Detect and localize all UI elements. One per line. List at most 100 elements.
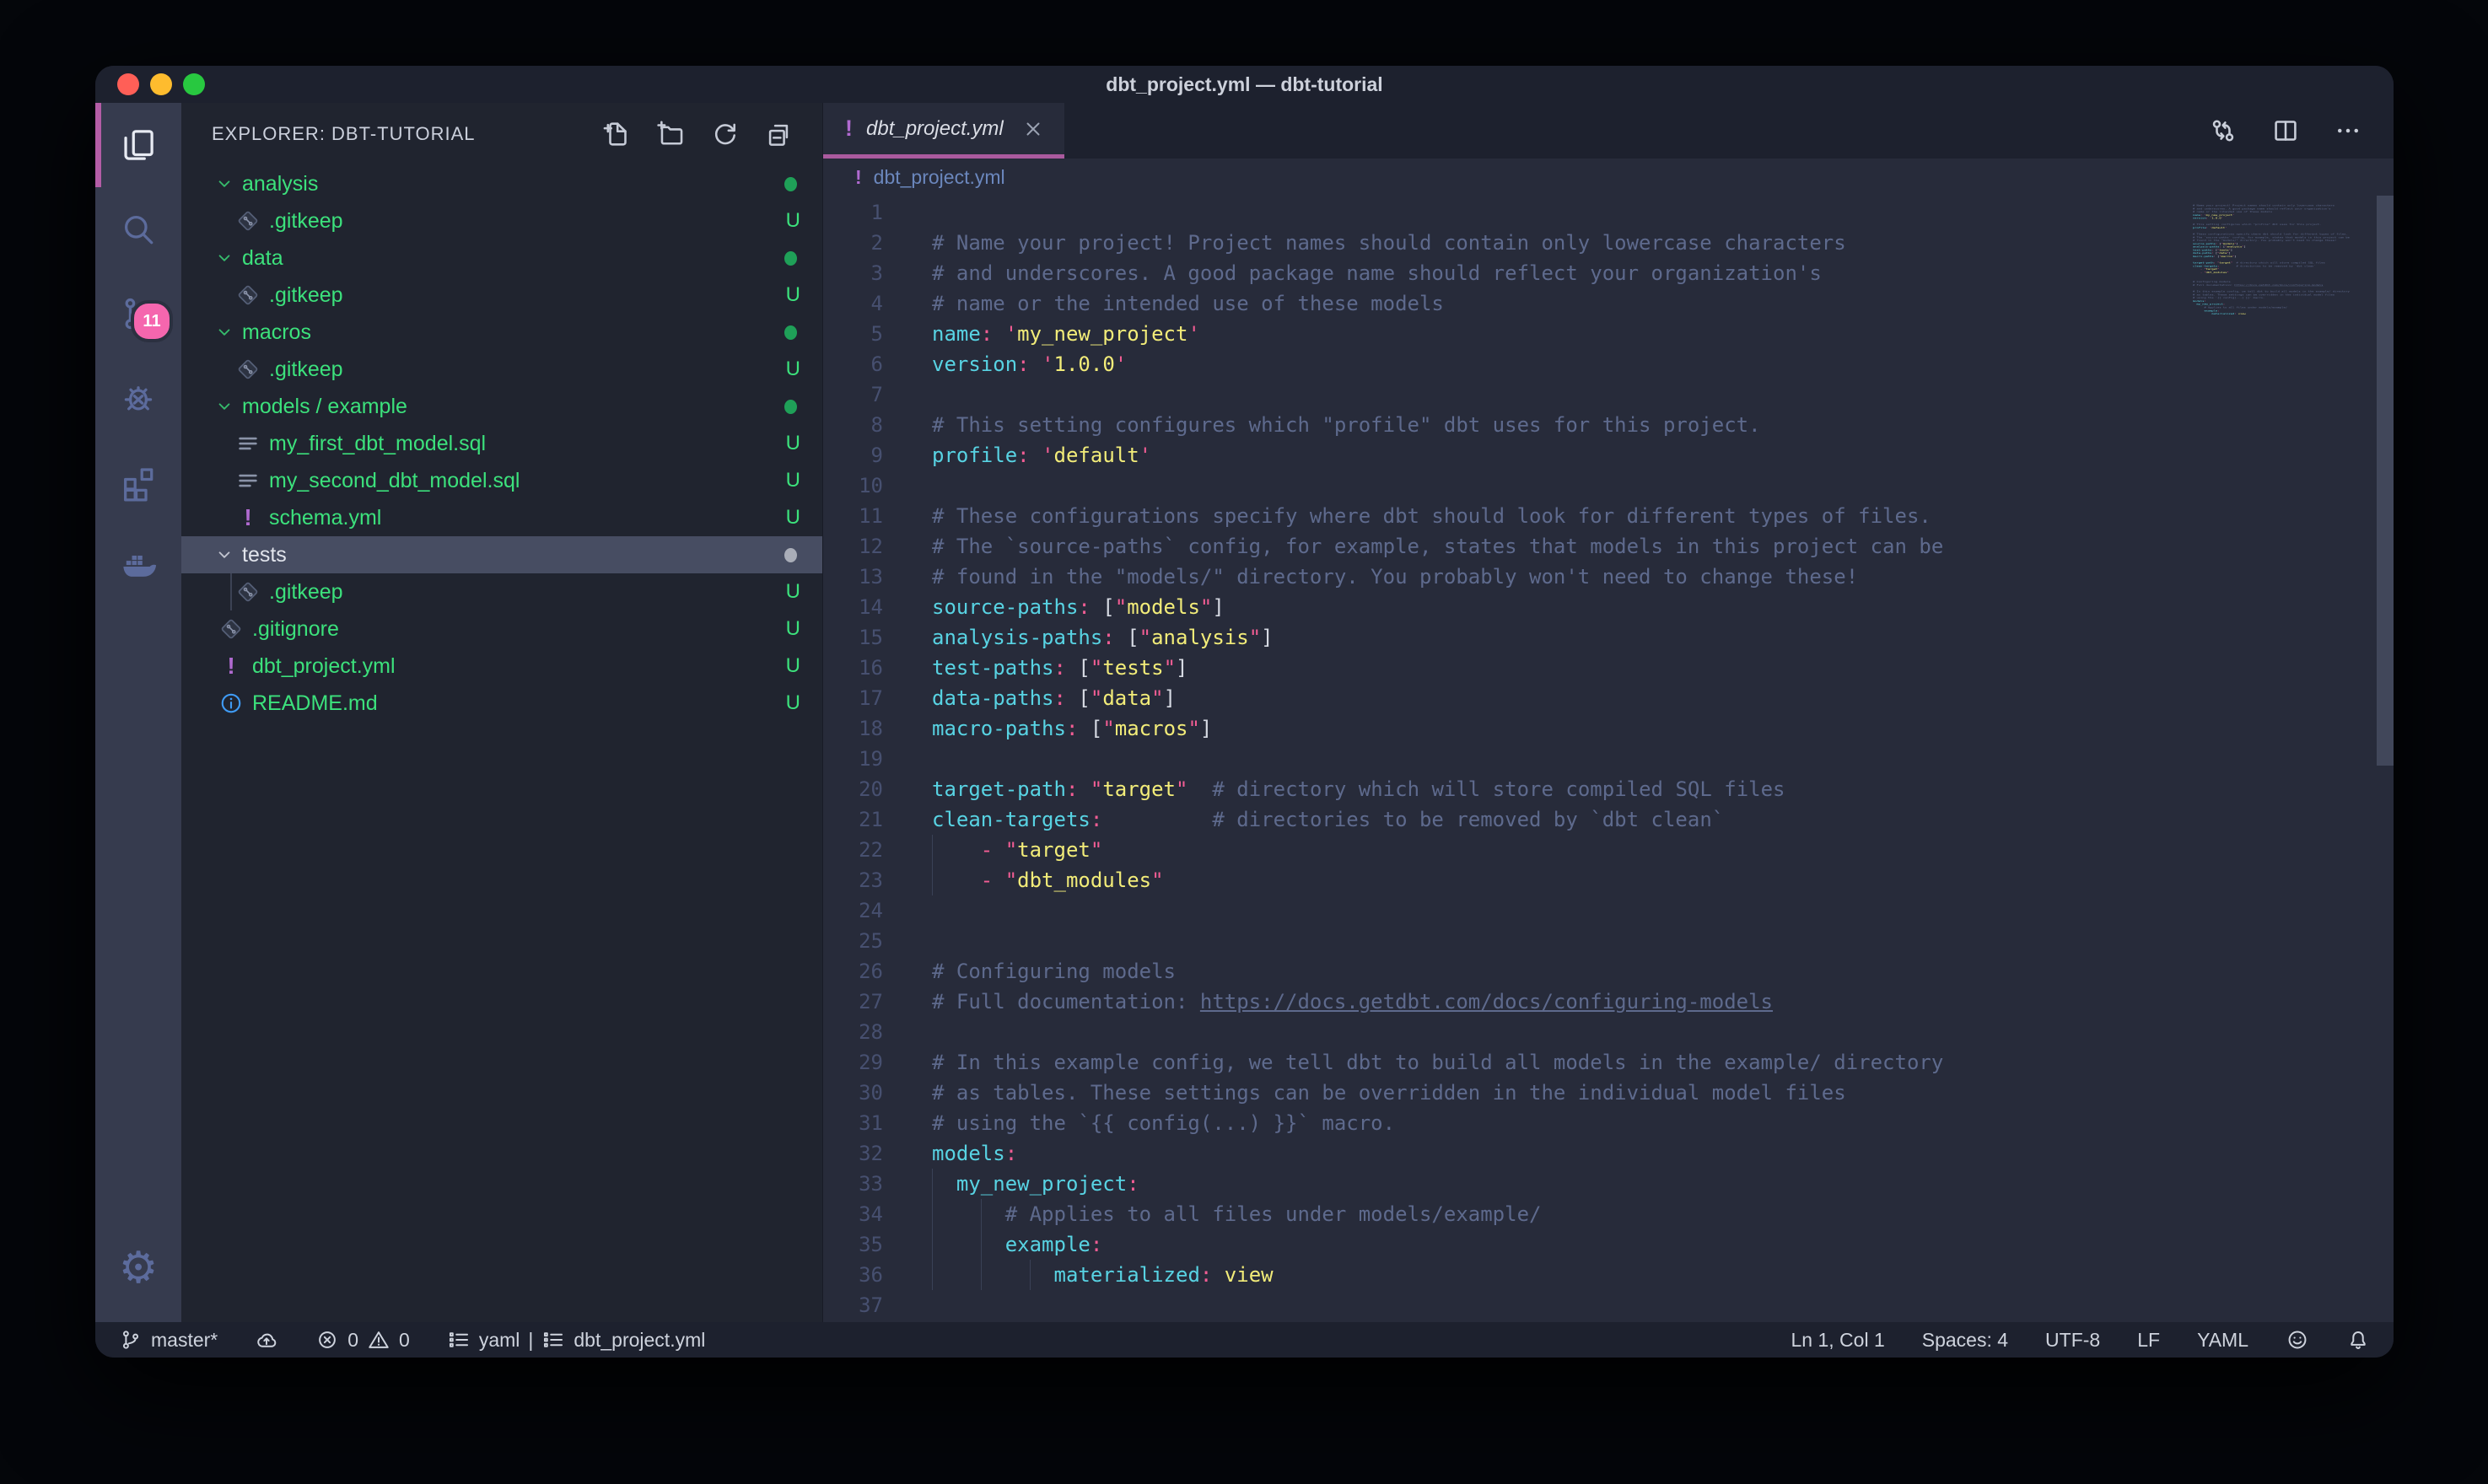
tab-dbt-project-yml[interactable]: ! dbt_project.yml bbox=[823, 103, 1064, 159]
status-yaml-linter[interactable]: yaml|dbt_project.yml bbox=[447, 1328, 706, 1352]
code-line-6[interactable]: 6version: '1.0.0' bbox=[823, 349, 2394, 379]
activity-item-search[interactable] bbox=[95, 187, 181, 272]
indent-guide bbox=[981, 1260, 982, 1290]
code-line-16[interactable]: 16test-paths: ["tests"] bbox=[823, 653, 2394, 683]
tree-item-label: models / example bbox=[242, 395, 407, 419]
code-line-24[interactable]: 24 bbox=[823, 895, 2394, 926]
code-text: # In this example config, we tell dbt to… bbox=[932, 1047, 1943, 1078]
status-cursor-position[interactable]: Ln 1, Col 1 bbox=[1791, 1329, 1885, 1352]
status-encoding[interactable]: UTF-8 bbox=[2045, 1329, 2100, 1352]
tree-item--gitkeep[interactable]: .gitkeepU bbox=[181, 573, 822, 610]
code-line-5[interactable]: 5name: 'my_new_project' bbox=[823, 319, 2394, 349]
activity-item-source-control[interactable]: 11 bbox=[95, 272, 181, 356]
code-line-29[interactable]: 29# In this example config, we tell dbt … bbox=[823, 1047, 2394, 1078]
code-line-33[interactable]: 33 my_new_project: bbox=[823, 1169, 2394, 1199]
code-line-3[interactable]: 3# and underscores. A good package name … bbox=[823, 258, 2394, 288]
code-line-4[interactable]: 4# name or the intended use of these mod… bbox=[823, 288, 2394, 319]
code-line-9[interactable]: 9profile: 'default' bbox=[823, 440, 2394, 470]
tree-item-label: tests bbox=[242, 543, 287, 567]
code-line-17[interactable]: 17data-paths: ["data"] bbox=[823, 683, 2394, 713]
code-line-13[interactable]: 13# found in the "models/" directory. Yo… bbox=[823, 562, 2394, 592]
git-file-icon bbox=[235, 579, 261, 605]
tree-item--gitkeep[interactable]: .gitkeepU bbox=[181, 351, 822, 388]
explorer-title: EXPLORER: DBT-TUTORIAL bbox=[212, 123, 476, 145]
code-text: example: bbox=[932, 1229, 1102, 1260]
tree-item-my-second-dbt-model-sql[interactable]: my_second_dbt_model.sqlU bbox=[181, 462, 822, 499]
code-line-12[interactable]: 12# The `source-paths` config, for examp… bbox=[823, 531, 2394, 562]
tree-item-data[interactable]: data bbox=[181, 239, 822, 277]
tree-item-tests[interactable]: tests bbox=[181, 536, 822, 573]
zoom-window-button[interactable] bbox=[183, 73, 205, 95]
tree-item-models-example[interactable]: models / example bbox=[181, 388, 822, 425]
editor-group: ! dbt_project.yml ! dbt_project.yml 12# … bbox=[822, 103, 2394, 1322]
code-line-20[interactable]: 20target-path: "target" # directory whic… bbox=[823, 774, 2394, 804]
split-editor-icon[interactable] bbox=[2270, 116, 2301, 146]
tree-item--gitkeep[interactable]: .gitkeepU bbox=[181, 277, 822, 314]
more-actions-icon[interactable] bbox=[2333, 116, 2363, 146]
code-line-23[interactable]: 23 - "dbt_modules" bbox=[823, 865, 2394, 895]
settings-gear-icon[interactable]: ⚙ bbox=[95, 1226, 181, 1310]
code-line-37[interactable]: 37 bbox=[823, 1290, 2394, 1320]
tree-item--gitkeep[interactable]: .gitkeepU bbox=[181, 202, 822, 239]
tree-item--gitignore[interactable]: .gitignoreU bbox=[181, 610, 822, 648]
code-line-18[interactable]: 18macro-paths: ["macros"] bbox=[823, 713, 2394, 744]
open-changes-icon[interactable] bbox=[2208, 116, 2238, 146]
status-eol-sequence[interactable]: LF bbox=[2137, 1329, 2160, 1352]
code-line-14[interactable]: 14source-paths: ["models"] bbox=[823, 592, 2394, 622]
code-line-30[interactable]: 30# as tables. These settings can be ove… bbox=[823, 1078, 2394, 1108]
tree-item-dbt-project-yml[interactable]: !dbt_project.ymlU bbox=[181, 648, 822, 685]
status-indentation[interactable]: Spaces: 4 bbox=[1922, 1329, 2008, 1352]
tree-item-label: schema.yml bbox=[269, 506, 381, 530]
activity-item-debug[interactable] bbox=[95, 356, 181, 440]
editor-scrollbar[interactable] bbox=[2377, 196, 2394, 766]
docker-icon bbox=[119, 547, 158, 586]
code-line-7[interactable]: 7 bbox=[823, 379, 2394, 410]
close-window-button[interactable] bbox=[117, 73, 139, 95]
tree-item-schema-yml[interactable]: !schema.ymlU bbox=[181, 499, 822, 536]
code-line-27[interactable]: 27# Full documentation: https://docs.get… bbox=[823, 987, 2394, 1017]
code-line-8[interactable]: 8# This setting configures which "profil… bbox=[823, 410, 2394, 440]
code-line-28[interactable]: 28 bbox=[823, 1017, 2394, 1047]
line-number: 32 bbox=[823, 1138, 883, 1169]
code-line-2[interactable]: 2# Name your project! Project names shou… bbox=[823, 228, 2394, 258]
new-folder-icon[interactable] bbox=[655, 119, 686, 149]
activity-item-extensions[interactable] bbox=[95, 440, 181, 524]
status-feedback[interactable] bbox=[2286, 1328, 2309, 1352]
git-untracked-badge: U bbox=[786, 691, 800, 715]
code-line-31[interactable]: 31# using the `{{ config(...) }}` macro. bbox=[823, 1108, 2394, 1138]
status-notifications[interactable] bbox=[2346, 1328, 2370, 1352]
status-language-mode[interactable]: YAML bbox=[2197, 1329, 2248, 1352]
tab-close-icon[interactable] bbox=[1022, 118, 1044, 140]
refresh-explorer-icon[interactable] bbox=[709, 119, 740, 149]
git-status-dot bbox=[784, 548, 797, 562]
status-sync-changes[interactable] bbox=[255, 1328, 278, 1352]
code-line-32[interactable]: 32models: bbox=[823, 1138, 2394, 1169]
code-line-11[interactable]: 11# These configurations specify where d… bbox=[823, 501, 2394, 531]
code-line-36[interactable]: 36 materialized: view bbox=[823, 1260, 2394, 1290]
breadcrumb-file[interactable]: dbt_project.yml bbox=[874, 166, 1005, 189]
minimize-window-button[interactable] bbox=[150, 73, 172, 95]
activity-item-explorer[interactable] bbox=[95, 103, 181, 187]
minimap[interactable]: # Name your project! Project names shoul… bbox=[2193, 201, 2372, 707]
code-line-19[interactable]: 19 bbox=[823, 744, 2394, 774]
code-line-25[interactable]: 25 bbox=[823, 926, 2394, 956]
tree-item-analysis[interactable]: analysis bbox=[181, 165, 822, 202]
status-git-branch[interactable]: master* bbox=[119, 1328, 218, 1352]
code-line-15[interactable]: 15analysis-paths: ["analysis"] bbox=[823, 622, 2394, 653]
tree-item-readme-md[interactable]: README.mdU bbox=[181, 685, 822, 722]
new-file-icon[interactable] bbox=[601, 119, 632, 149]
tree-item-macros[interactable]: macros bbox=[181, 314, 822, 351]
collapse-folders-icon[interactable] bbox=[763, 119, 794, 149]
tree-item-my-first-dbt-model-sql[interactable]: my_first_dbt_model.sqlU bbox=[181, 425, 822, 462]
code-line-34[interactable]: 34 # Applies to all files under models/e… bbox=[823, 1199, 2394, 1229]
code-editor[interactable]: 12# Name your project! Project names sho… bbox=[823, 196, 2394, 1322]
code-line-10[interactable]: 10 bbox=[823, 470, 2394, 501]
extensions-icon bbox=[119, 463, 158, 502]
activity-item-docker[interactable] bbox=[95, 524, 181, 609]
code-line-21[interactable]: 21clean-targets: # directories to be rem… bbox=[823, 804, 2394, 835]
code-line-1[interactable]: 1 bbox=[823, 197, 2394, 228]
status-problems[interactable]: 00 bbox=[315, 1328, 410, 1352]
code-line-22[interactable]: 22 - "target" bbox=[823, 835, 2394, 865]
code-line-26[interactable]: 26# Configuring models bbox=[823, 956, 2394, 987]
code-line-35[interactable]: 35 example: bbox=[823, 1229, 2394, 1260]
